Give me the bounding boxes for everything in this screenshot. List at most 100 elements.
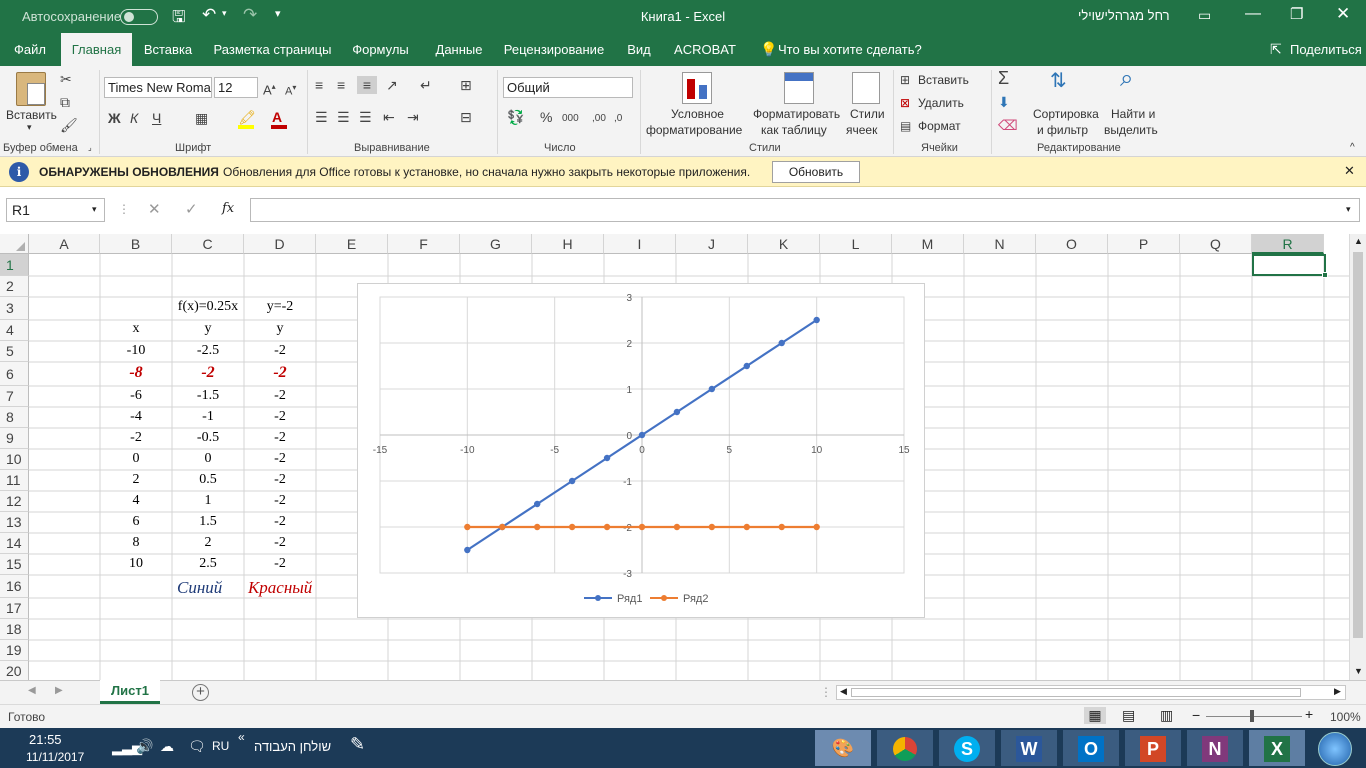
cell-B7[interactable]: -6 [100, 388, 172, 404]
cell-C8[interactable]: -1 [172, 409, 244, 425]
cell-B10[interactable]: 0 [100, 451, 172, 467]
autosum-icon[interactable]: Σ [998, 69, 1009, 87]
normal-view-icon[interactable]: ▦ [1084, 707, 1106, 724]
vertical-scrollbar[interactable]: ▲ ▼ [1349, 234, 1366, 680]
cell-C6[interactable]: -2 [172, 364, 244, 382]
zoom-slider[interactable] [1206, 716, 1302, 717]
find-select-icon[interactable]: ⌕ [1120, 67, 1133, 91]
column-header-M[interactable]: M [892, 234, 964, 254]
tab-file[interactable]: Файл [8, 33, 52, 66]
scroll-right-icon[interactable]: ▶ [1334, 686, 1341, 697]
page-layout-view-icon[interactable]: ▤ [1122, 707, 1135, 724]
cell-D9[interactable]: -2 [244, 430, 316, 446]
cell-C12[interactable]: 1 [172, 493, 244, 509]
cell-C14[interactable]: 2 [172, 535, 244, 551]
column-header-R[interactable]: R [1252, 234, 1324, 254]
row-header-16[interactable]: 16 [0, 575, 29, 598]
next-sheet-icon[interactable]: ▶ [55, 685, 63, 696]
prev-sheet-icon[interactable]: ◀ [28, 685, 36, 696]
select-all-button[interactable] [0, 234, 29, 254]
cell-B6[interactable]: -8 [100, 364, 172, 382]
horizontal-scroll-thumb[interactable] [851, 688, 1301, 697]
cell-styles-label-2[interactable]: ячеек [846, 123, 877, 137]
row-header-2[interactable]: 2 [0, 276, 29, 297]
taskbar-chrome-icon[interactable] [877, 730, 933, 766]
expand-formula-icon[interactable]: ▾ [1346, 204, 1351, 215]
taskbar-outlook-icon[interactable]: O [1063, 730, 1119, 766]
language-indicator[interactable]: RU [212, 739, 229, 753]
font-color-icon[interactable]: A [272, 108, 282, 126]
taskbar-excel-icon[interactable]: X [1249, 730, 1305, 766]
update-button[interactable]: Обновить [772, 161, 860, 183]
find-select-label-2[interactable]: выделить [1104, 123, 1158, 137]
tell-me-search[interactable]: Что вы хотите сделать? [778, 33, 922, 66]
user-name[interactable]: רחל מגרהלישוילי [1078, 8, 1170, 23]
row-header-11[interactable]: 11 [0, 470, 29, 491]
increase-indent-icon[interactable]: ⇥ [407, 108, 419, 126]
increase-decimal-icon[interactable]: ,00 [592, 110, 606, 128]
cell-D6[interactable]: -2 [244, 364, 316, 382]
save-icon[interactable]: 🖫 [172, 6, 186, 33]
row-header-7[interactable]: 7 [0, 386, 29, 407]
column-header-H[interactable]: H [532, 234, 604, 254]
cancel-entry-icon[interactable]: ✕ [148, 200, 161, 218]
clock-time[interactable]: 21:55 [29, 732, 62, 747]
column-header-K[interactable]: K [748, 234, 820, 254]
align-bottom-icon[interactable]: ≡ [357, 76, 377, 94]
column-header-C[interactable]: C [172, 234, 244, 254]
vertical-scroll-thumb[interactable] [1353, 252, 1363, 638]
cell-B14[interactable]: 8 [100, 535, 172, 551]
close-icon[interactable]: ✕ [1336, 4, 1350, 24]
row-header-19[interactable]: 19 [0, 640, 29, 661]
cell-B4[interactable]: x [100, 321, 172, 337]
minimize-icon[interactable]: — [1245, 5, 1261, 23]
column-header-L[interactable]: L [820, 234, 892, 254]
row-header-15[interactable]: 15 [0, 554, 29, 575]
cell-C16[interactable]: Синий [172, 578, 244, 598]
cell-D16[interactable]: Красный [244, 578, 334, 598]
conditional-formatting-label-1[interactable]: Условное [671, 107, 724, 121]
share-button[interactable]: Поделиться [1290, 33, 1362, 66]
insert-cells-button[interactable]: Вставить [918, 73, 969, 87]
cell-B13[interactable]: 6 [100, 514, 172, 530]
row-header-12[interactable]: 12 [0, 491, 29, 512]
find-select-label-1[interactable]: Найти и [1111, 107, 1155, 121]
cell-B15[interactable]: 10 [100, 556, 172, 572]
restore-icon[interactable]: ❐ [1290, 5, 1303, 23]
clock-date[interactable]: 11/11/2017 [26, 750, 84, 764]
active-cell-R1[interactable] [1252, 254, 1328, 278]
column-header-B[interactable]: B [100, 234, 172, 254]
wrap-text-icon[interactable]: ↵ [420, 76, 432, 94]
cell-D15[interactable]: -2 [244, 556, 316, 572]
decrease-decimal-icon[interactable]: ,0 [614, 110, 622, 128]
format-as-table-label-1[interactable]: Форматировать [753, 107, 840, 121]
taskbar-powerpoint-icon[interactable]: P [1125, 730, 1181, 766]
undo-dropdown-icon[interactable]: ▾ [222, 8, 227, 19]
confirm-entry-icon[interactable]: ✓ [185, 200, 198, 218]
undo-icon[interactable]: ↶ [202, 5, 216, 25]
name-box-dropdown-icon[interactable]: ▾ [92, 204, 97, 215]
page-break-view-icon[interactable]: ▥ [1160, 707, 1173, 724]
italic-button[interactable]: К [130, 109, 138, 127]
zoom-level[interactable]: 100% [1330, 710, 1361, 724]
merge-center-icon[interactable]: ⊞ [460, 76, 472, 94]
tab-insert[interactable]: Вставка [140, 33, 196, 66]
cell-D14[interactable]: -2 [244, 535, 316, 551]
percent-button[interactable]: % [540, 108, 552, 126]
column-header-O[interactable]: O [1036, 234, 1108, 254]
cell-B12[interactable]: 4 [100, 493, 172, 509]
cell-D8[interactable]: -2 [244, 409, 316, 425]
cell-C7[interactable]: -1.5 [172, 388, 244, 404]
ribbon-display-icon[interactable]: ▭ [1198, 7, 1211, 24]
align-middle-icon[interactable]: ≡ [337, 76, 345, 94]
tab-acrobat[interactable]: ACROBAT [672, 33, 738, 66]
tab-formulas[interactable]: Формулы [348, 33, 413, 66]
align-left-icon[interactable]: ☰ [315, 108, 328, 126]
column-header-I[interactable]: I [604, 234, 676, 254]
format-as-table-label-2[interactable]: как таблицу [761, 123, 827, 137]
row-header-8[interactable]: 8 [0, 407, 29, 428]
zoom-in-icon[interactable]: + [1305, 706, 1313, 722]
share-icon[interactable]: ⇱ [1270, 41, 1282, 58]
sort-filter-label-1[interactable]: Сортировка [1033, 107, 1099, 121]
row-header-5[interactable]: 5 [0, 341, 29, 362]
